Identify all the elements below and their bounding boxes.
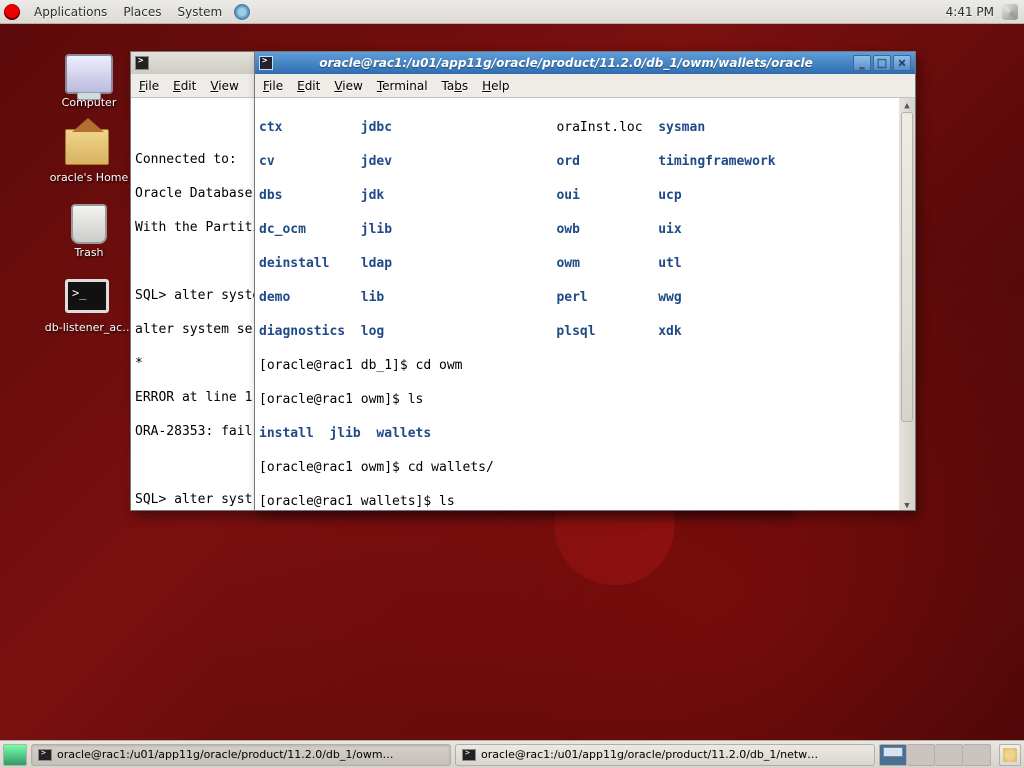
maximize-button[interactable]: □	[873, 55, 891, 71]
desktop-icon-listener[interactable]: db-listener_ac…	[38, 279, 140, 334]
menubar: File Edit View Terminal Tabs Help	[255, 74, 915, 98]
home-folder-icon	[65, 129, 109, 165]
menu-file[interactable]: File	[139, 79, 159, 93]
clock[interactable]: 4:41 PM	[946, 5, 994, 19]
menu-view[interactable]: View	[334, 79, 362, 93]
workspace-2[interactable]	[907, 744, 935, 766]
terminal-file-icon	[65, 279, 109, 313]
menu-help[interactable]: Help	[482, 79, 509, 93]
workspace-3[interactable]	[935, 744, 963, 766]
scrollbar[interactable]: ▲ ▼	[899, 98, 915, 510]
menu-file[interactable]: File	[263, 79, 283, 93]
desktop-icon-label: db-listener_ac…	[38, 321, 140, 334]
terminal-icon	[135, 56, 149, 70]
window-title: oracle@rac1:/u01/app11g/oracle/product/1…	[279, 56, 853, 70]
distro-logo-icon[interactable]	[4, 4, 20, 20]
taskbar-label: oracle@rac1:/u01/app11g/oracle/product/1…	[481, 748, 818, 761]
computer-icon	[65, 54, 113, 94]
scrollbar-thumb[interactable]	[901, 112, 913, 422]
system-menu[interactable]: System	[169, 5, 230, 19]
applications-menu[interactable]: Applications	[26, 5, 115, 19]
system-tray: 4:41 PM	[946, 4, 1020, 20]
trash-applet-icon[interactable]	[999, 744, 1021, 766]
window-controls: _ □ ×	[853, 55, 911, 71]
show-desktop-button[interactable]	[3, 744, 27, 766]
titlebar[interactable]: oracle@rac1:/u01/app11g/oracle/product/1…	[255, 52, 915, 74]
desktop-icon-label: oracle's Home	[44, 171, 134, 184]
desktop-icon-home[interactable]: oracle's Home	[44, 129, 134, 184]
trash-icon	[71, 204, 107, 244]
desktop-icon-computer[interactable]: Computer	[44, 54, 134, 109]
menu-tabs[interactable]: Tabs	[442, 79, 469, 93]
top-panel: Applications Places System 4:41 PM	[0, 0, 1024, 24]
desktop-icon-label: Trash	[44, 246, 134, 259]
scroll-up-icon[interactable]: ▲	[901, 98, 913, 110]
scroll-down-icon[interactable]: ▼	[901, 498, 913, 510]
taskbar-entry[interactable]: oracle@rac1:/u01/app11g/oracle/product/1…	[31, 744, 451, 766]
panel-applet-icon[interactable]	[234, 4, 250, 20]
terminal-window-front[interactable]: oracle@rac1:/u01/app11g/oracle/product/1…	[254, 51, 916, 511]
terminal-output[interactable]: ctx jdbc oraInst.loc sysman cv jdev ord …	[255, 98, 915, 510]
menu-view[interactable]: View	[210, 79, 238, 93]
terminal-icon	[38, 749, 52, 761]
close-button[interactable]: ×	[893, 55, 911, 71]
terminal-icon	[259, 56, 273, 70]
workspace-pager[interactable]	[879, 744, 991, 766]
menu-terminal[interactable]: Terminal	[377, 79, 428, 93]
workspace-1[interactable]	[879, 744, 907, 766]
menu-edit[interactable]: Edit	[173, 79, 196, 93]
desktop-icon-trash[interactable]: Trash	[44, 204, 134, 259]
taskbar-entry[interactable]: oracle@rac1:/u01/app11g/oracle/product/1…	[455, 744, 875, 766]
minimize-button[interactable]: _	[853, 55, 871, 71]
bottom-panel: oracle@rac1:/u01/app11g/oracle/product/1…	[0, 740, 1024, 768]
menu-edit[interactable]: Edit	[297, 79, 320, 93]
volume-icon[interactable]	[1002, 4, 1018, 20]
places-menu[interactable]: Places	[115, 5, 169, 19]
terminal-icon	[462, 749, 476, 761]
taskbar-label: oracle@rac1:/u01/app11g/oracle/product/1…	[57, 748, 394, 761]
workspace-4[interactable]	[963, 744, 991, 766]
